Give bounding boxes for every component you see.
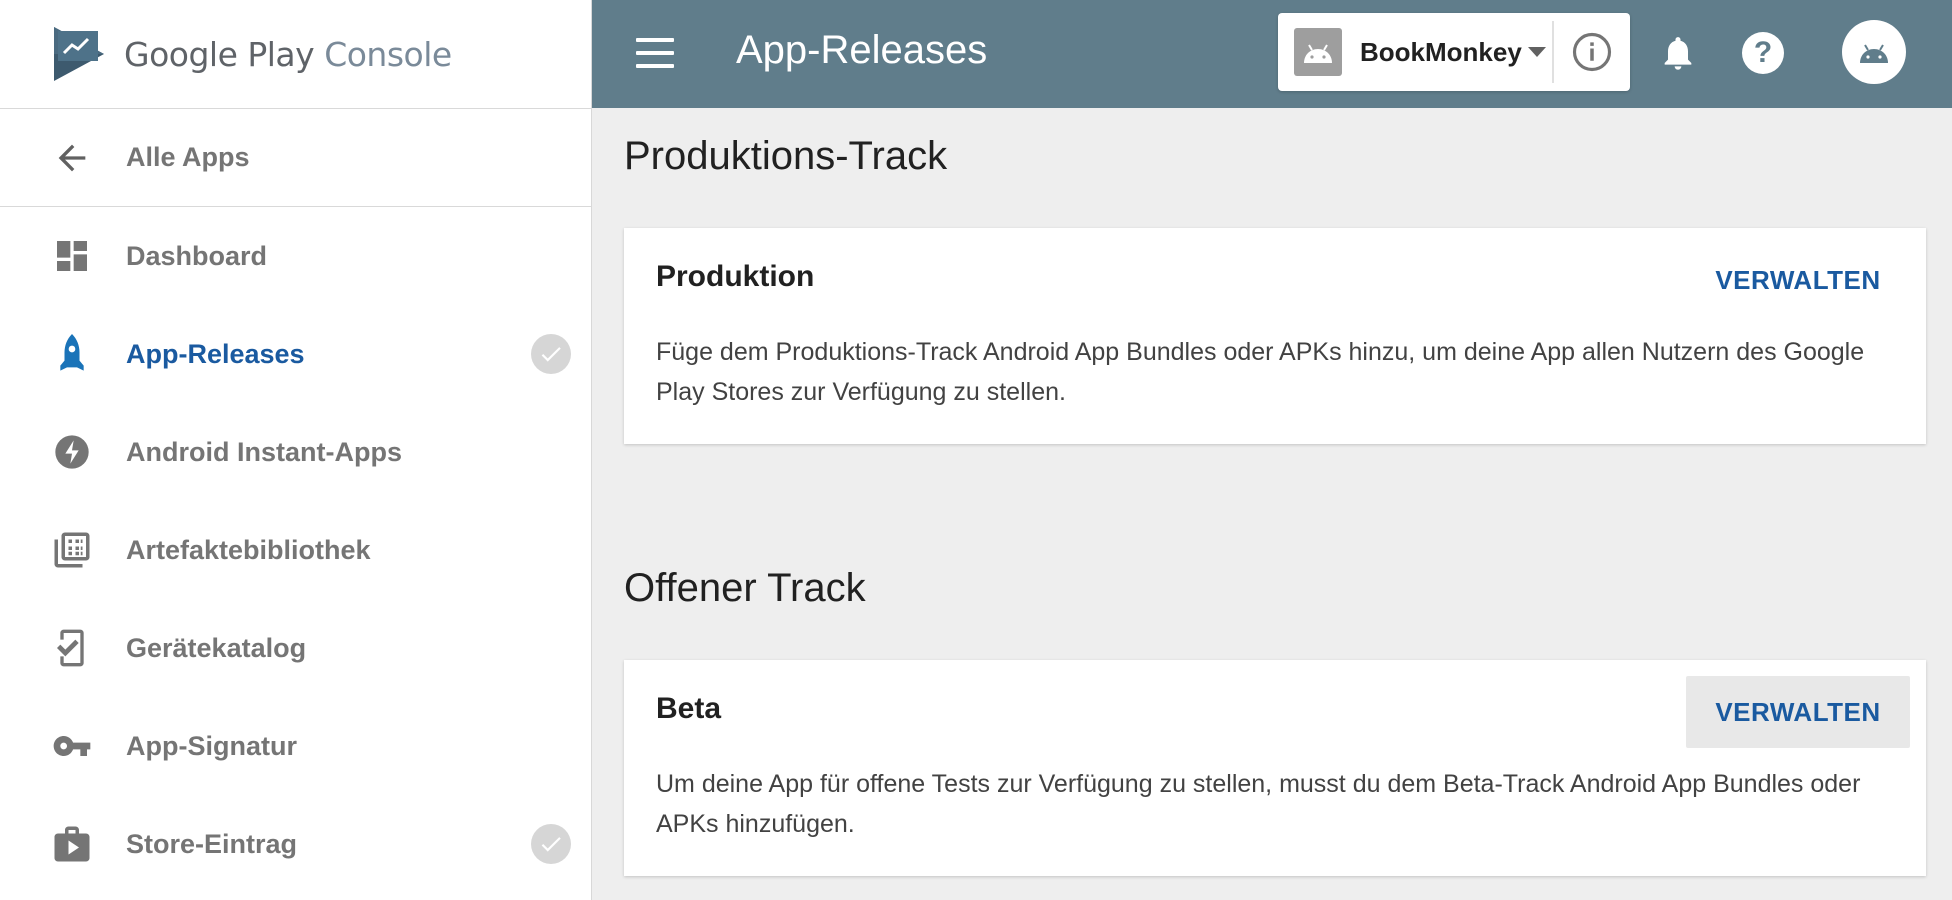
sidebar-item-instant-apps[interactable]: Android Instant-Apps xyxy=(0,403,591,501)
completed-check-icon xyxy=(531,334,571,374)
card-title: Beta xyxy=(656,692,722,725)
back-to-all-apps[interactable]: Alle Apps xyxy=(0,109,591,207)
sidebar-item-dashboard[interactable]: Dashboard xyxy=(0,207,591,305)
brand-google-play: Google Play xyxy=(124,34,315,74)
track-card-production: Produktion VERWALTEN Füge dem Produktion… xyxy=(624,228,1926,444)
notifications-bell-icon[interactable] xyxy=(1654,28,1702,78)
back-label: Alle Apps xyxy=(126,142,250,172)
sidebar-item-app-signing[interactable]: App-Signatur xyxy=(0,697,591,795)
rocket-icon xyxy=(48,330,96,378)
manage-production-button[interactable]: VERWALTEN xyxy=(1686,244,1910,316)
sidebar-item-label: App-Releases xyxy=(126,338,305,369)
page-title: App-Releases xyxy=(736,28,988,72)
bolt-icon xyxy=(48,428,96,476)
library-icon xyxy=(48,526,96,574)
play-console-logo-icon xyxy=(52,25,110,83)
sidebar-item-label: Gerätekatalog xyxy=(126,632,307,663)
app-selector[interactable]: BookMonkey xyxy=(1278,13,1630,91)
main-content: Produktions-Track Produktion VERWALTEN F… xyxy=(592,108,1952,900)
completed-check-icon xyxy=(531,824,571,864)
track-card-beta: Beta VERWALTEN Um deine App für offene T… xyxy=(624,660,1926,876)
section-title-open-track: Offener Track xyxy=(624,566,866,610)
sidebar-item-device-catalog[interactable]: Gerätekatalog xyxy=(0,599,591,697)
top-app-bar: App-Releases BookMonkey ? xyxy=(592,0,1952,108)
hamburger-menu-icon[interactable] xyxy=(634,32,676,74)
manage-beta-button[interactable]: VERWALTEN xyxy=(1686,676,1910,748)
app-name: BookMonkey xyxy=(1360,36,1522,67)
sidebar-item-label: Android Instant-Apps xyxy=(126,436,402,467)
chevron-down-icon xyxy=(1527,47,1546,57)
section-title-production: Produktions-Track xyxy=(624,134,948,178)
brand-console: Console xyxy=(324,34,452,74)
sidebar-item-store-listing[interactable]: Store-Eintrag xyxy=(0,795,591,893)
sidebar-item-label: Artefaktebibliothek xyxy=(126,534,371,565)
sidebar-item-label: Dashboard xyxy=(126,240,268,271)
account-avatar[interactable] xyxy=(1842,20,1906,84)
sidebar-item-artifact-library[interactable]: Artefaktebibliothek xyxy=(0,501,591,599)
brand-name: Google Play Console xyxy=(124,35,452,74)
sidebar-item-app-releases[interactable]: App-Releases xyxy=(0,305,591,403)
sidebar-item-label: Store-Eintrag xyxy=(126,828,298,859)
info-icon[interactable] xyxy=(1570,30,1614,74)
card-description: Füge dem Produktions-Track Android App B… xyxy=(656,338,1865,406)
store-icon xyxy=(48,820,96,868)
brand-header[interactable]: Google Play Console xyxy=(0,0,591,109)
sidebar-item-label: App-Signatur xyxy=(126,730,297,761)
card-description: Um deine App für offene Tests zur Verfüg… xyxy=(656,770,1861,838)
sidebar: Google Play Console Alle Apps Dashboard … xyxy=(0,0,592,900)
key-icon xyxy=(48,722,96,770)
help-icon[interactable]: ? xyxy=(1742,32,1784,74)
arrow-back-icon xyxy=(48,134,96,182)
divider xyxy=(1552,21,1554,83)
dashboard-icon xyxy=(48,232,96,280)
device-check-icon xyxy=(48,624,96,672)
card-title: Produktion xyxy=(656,260,815,293)
android-app-icon xyxy=(1294,28,1342,76)
